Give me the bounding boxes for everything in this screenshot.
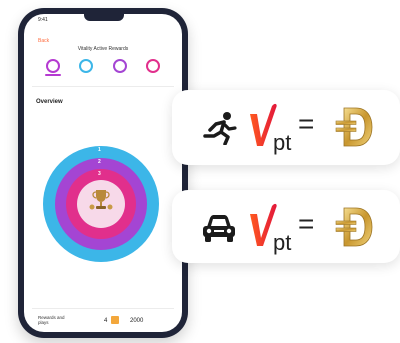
currency-coin-icon xyxy=(335,207,373,247)
tab-circle-2[interactable] xyxy=(79,59,94,73)
tab-circle-4[interactable] xyxy=(145,59,160,73)
ring-label-outer: 1 xyxy=(98,147,101,153)
equation-card-driving: pt = xyxy=(172,190,400,263)
currency-coin-icon xyxy=(335,107,373,147)
calendar-icon xyxy=(111,316,119,324)
category-tabs xyxy=(45,59,160,76)
rewards-ring-chart[interactable]: 1 2 3 xyxy=(41,144,161,264)
equals-sign: = xyxy=(298,208,315,239)
equation-card-activity: pt = xyxy=(172,90,400,165)
points-value: 2000 xyxy=(130,318,144,324)
phone-screen: 9:41 Back Vitality Active Rewards Overvi… xyxy=(24,14,182,332)
car-icon xyxy=(203,215,235,242)
rewards-label: Rewards and plays xyxy=(38,315,65,325)
vpt-sub-text: pt xyxy=(273,230,291,255)
divider xyxy=(32,86,174,87)
status-time: 9:41 xyxy=(38,17,48,23)
app-title: Vitality Active Rewards xyxy=(77,46,129,52)
vpt-sub-text: pt xyxy=(273,130,291,155)
ring-label-middle: 2 xyxy=(98,159,101,165)
back-button[interactable]: Back xyxy=(38,38,49,44)
trophy-icon xyxy=(89,190,113,210)
ring-label-inner: 3 xyxy=(98,171,101,177)
rewards-count: 4 xyxy=(104,318,108,324)
overview-heading: Overview xyxy=(36,99,63,105)
tab-circle-1[interactable] xyxy=(45,59,61,76)
phone-notch xyxy=(84,14,124,21)
equals-sign: = xyxy=(298,108,315,139)
tab-circle-3[interactable] xyxy=(112,59,127,73)
rewards-bar[interactable]: Rewards and plays 4 2000 xyxy=(32,308,174,329)
running-person-icon xyxy=(203,112,237,145)
